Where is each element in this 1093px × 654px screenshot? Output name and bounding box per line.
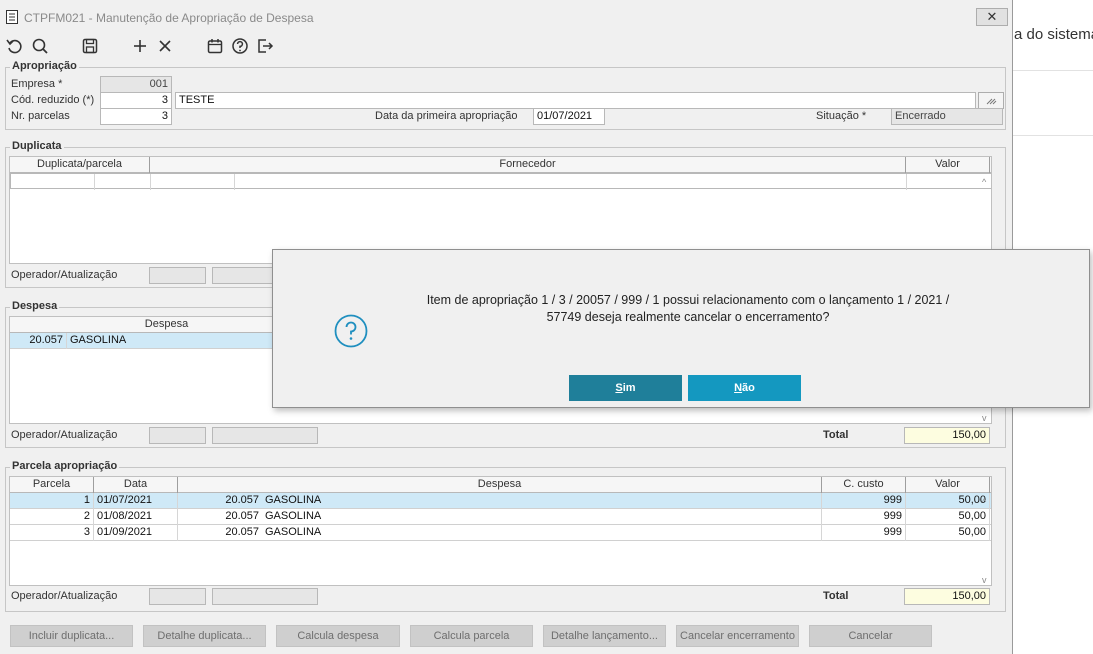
despesa-total-field[interactable]: 150,00 bbox=[904, 427, 990, 444]
empresa-label: Empresa * bbox=[11, 78, 63, 90]
table-row[interactable]: 2 01/08/2021 20.057 GASOLINA 999 50,00 bbox=[10, 509, 991, 525]
despesa-operador-field[interactable] bbox=[149, 427, 206, 444]
duplicata-title: Duplicata bbox=[10, 140, 64, 152]
scroll-down-icon[interactable]: v bbox=[982, 413, 987, 423]
situacao-label: Situação * bbox=[816, 110, 867, 122]
table-row[interactable]: 3 01/09/2021 20.057 GASOLINA 999 50,00 bbox=[10, 525, 991, 541]
calcula-despesa-button[interactable]: Calcula despesa bbox=[276, 625, 400, 647]
dialog-message-line1: Item de apropriação 1 / 3 / 20057 / 999 … bbox=[426, 293, 950, 307]
detalhe-duplicata-button[interactable]: Detalhe duplicata... bbox=[143, 625, 266, 647]
parcela-atualizacao-field[interactable] bbox=[212, 588, 318, 605]
nao-button[interactable]: Não bbox=[688, 375, 801, 401]
cod-reduzido-field[interactable]: 3 bbox=[100, 92, 172, 109]
data-primeira-label: Data da primeira apropriação bbox=[375, 110, 518, 122]
add-icon[interactable] bbox=[130, 36, 150, 56]
parcela-total-label: Total bbox=[823, 590, 849, 602]
parcela-title: Parcela apropriação bbox=[10, 460, 120, 472]
duplicata-grid: Duplicata/parcela Fornecedor Valor ^ bbox=[9, 156, 992, 264]
parcela-operador-field[interactable] bbox=[149, 588, 206, 605]
window-title: CTPFM021 - Manutenção de Apropriação de … bbox=[24, 11, 314, 25]
duplicata-operador-field[interactable] bbox=[149, 267, 206, 284]
cod-reduzido-description[interactable]: TESTE bbox=[175, 92, 976, 109]
column-valor[interactable]: Valor bbox=[906, 157, 990, 173]
apropriacao-group: Apropriação Empresa * 001 Cód. reduzido … bbox=[5, 60, 1006, 130]
nr-parcelas-field[interactable]: 3 bbox=[100, 108, 172, 125]
empresa-field[interactable]: 001 bbox=[100, 76, 172, 93]
detalhe-lancamento-button[interactable]: Detalhe lançamento... bbox=[543, 625, 666, 647]
save-icon[interactable] bbox=[80, 36, 100, 56]
column-parcela[interactable]: Parcela bbox=[10, 477, 94, 493]
search-icon[interactable] bbox=[30, 36, 50, 56]
calcula-parcela-button[interactable]: Calcula parcela bbox=[410, 625, 533, 647]
lookup-icon bbox=[986, 98, 997, 105]
parcela-total-field[interactable]: 150,00 bbox=[904, 588, 990, 605]
question-icon bbox=[334, 314, 368, 348]
scroll-down-icon[interactable]: v bbox=[982, 575, 987, 585]
situacao-field[interactable]: Encerrado bbox=[891, 108, 1003, 125]
parcela-operador-label: Operador/Atualização bbox=[11, 590, 118, 602]
confirmation-dialog: Item de apropriação 1 / 3 / 20057 / 999 … bbox=[272, 249, 1090, 408]
background-divider bbox=[1012, 135, 1093, 136]
lookup-button[interactable] bbox=[978, 92, 1004, 109]
title-bar: CTPFM021 - Manutenção de Apropriação de … bbox=[0, 0, 1012, 32]
column-despesa[interactable]: Despesa bbox=[178, 477, 822, 493]
calendar-icon[interactable] bbox=[205, 36, 225, 56]
duplicata-operador-label: Operador/Atualização bbox=[11, 269, 118, 281]
column-valor[interactable]: Valor bbox=[906, 477, 990, 493]
parcela-group: Parcela apropriação Parcela Data Despesa… bbox=[5, 460, 1006, 612]
delete-icon[interactable] bbox=[155, 36, 175, 56]
column-fornecedor[interactable]: Fornecedor bbox=[150, 157, 906, 173]
table-row[interactable]: 1 01/07/2021 20.057 GASOLINA 999 50,00 bbox=[10, 493, 991, 509]
table-row[interactable] bbox=[10, 173, 991, 190]
undo-icon[interactable] bbox=[5, 36, 25, 56]
column-data[interactable]: Data bbox=[94, 477, 178, 493]
background-text: a do sistema bbox=[1014, 26, 1093, 43]
scroll-up-icon[interactable]: ^ bbox=[982, 177, 986, 187]
data-primeira-field[interactable]: 01/07/2021 bbox=[533, 108, 605, 125]
nr-parcelas-label: Nr. parcelas bbox=[11, 110, 70, 122]
toolbar bbox=[0, 32, 1012, 60]
cod-reduzido-label: Cód. reduzido (*) bbox=[11, 94, 95, 106]
despesa-title: Despesa bbox=[10, 300, 60, 312]
despesa-total-label: Total bbox=[823, 429, 849, 441]
cancelar-encerramento-button[interactable]: Cancelar encerramento bbox=[676, 625, 799, 647]
document-icon bbox=[6, 10, 18, 24]
incluir-duplicata-button[interactable]: Incluir duplicata... bbox=[10, 625, 133, 647]
exit-icon[interactable] bbox=[255, 36, 275, 56]
dialog-message-line2: 57749 deseja realmente cancelar o encerr… bbox=[546, 310, 830, 324]
dialog-message: Item de apropriação 1 / 3 / 20057 / 999 … bbox=[393, 292, 983, 326]
window-close-button[interactable]: ✕ bbox=[976, 8, 1008, 26]
column-c-custo[interactable]: C. custo bbox=[822, 477, 906, 493]
apropriacao-title: Apropriação bbox=[10, 60, 79, 72]
despesa-atualizacao-field[interactable] bbox=[212, 427, 318, 444]
despesa-operador-label: Operador/Atualização bbox=[11, 429, 118, 441]
scroll-up-icon[interactable]: ^ bbox=[982, 497, 986, 507]
column-duplicata-parcela[interactable]: Duplicata/parcela bbox=[10, 157, 150, 173]
parcela-grid: Parcela Data Despesa C. custo Valor 1 01… bbox=[9, 476, 992, 586]
help-icon[interactable] bbox=[230, 36, 250, 56]
cancelar-button[interactable]: Cancelar bbox=[809, 625, 932, 647]
background-divider bbox=[1012, 70, 1093, 71]
sim-button[interactable]: Sim bbox=[569, 375, 682, 401]
